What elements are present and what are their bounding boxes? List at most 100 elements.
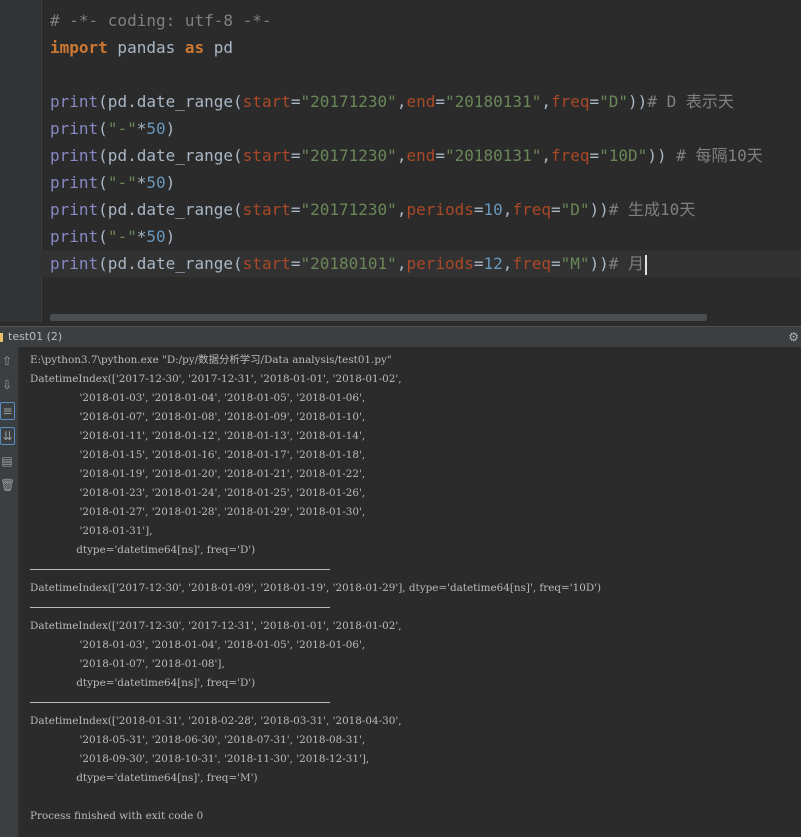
code-comment: # D 表示天 [647,92,734,111]
param-start: start [242,254,291,273]
scroll-to-end-icon[interactable]: ⇊ [0,427,15,445]
number-literal: 12 [483,254,503,273]
code-text: = [473,254,484,273]
run-config-icon [0,333,3,342]
string-literal: "D" [599,92,629,111]
keyword-import: import [50,38,108,57]
code-text: * [136,227,147,246]
code-text: , [541,92,551,111]
code-line-10[interactable]: print(pd.date_range(start="20180101",per… [41,250,801,277]
code-line-6[interactable]: print(pd.date_range(start="20171230",end… [50,142,801,169]
console-line: '2018-01-07', '2018-01-08'], [30,658,225,670]
trash-icon[interactable]: 🗑 [0,477,15,493]
keyword-as: as [184,38,205,57]
editor-gutter[interactable] [0,0,42,322]
console-line: '2018-01-23', '2018-01-24', '2018-01-25'… [30,487,366,499]
param-periods: periods [406,254,474,273]
gear-icon[interactable]: ⚙ [788,327,799,347]
code-line-4[interactable]: print(pd.date_range(start="20171230",end… [50,88,801,115]
arrow-down-icon[interactable]: ⇩ [0,377,14,393]
code-editor[interactable]: # -*- coding: utf-8 -*- import pandas as… [0,0,801,322]
code-text: (pd.date_range( [98,146,243,165]
code-comment: # 月 [608,254,645,273]
param-start: start [242,92,291,111]
string-literal: "-" [107,173,137,192]
console-line: '2018-01-19', '2018-01-20', '2018-01-21'… [30,468,366,480]
console-line: DatetimeIndex(['2018-01-31', '2018-02-28… [30,715,402,727]
code-text: = [435,146,445,165]
console-line: '2018-01-31'], [30,525,153,537]
console-line: '2018-01-11', '2018-01-12', '2018-01-13'… [30,430,366,442]
console-line: DatetimeIndex(['2017-12-30', '2017-12-31… [30,620,402,632]
param-freq: freq [550,146,590,165]
string-literal: "20180101" [300,254,397,273]
code-text: , [396,146,407,165]
code-text: , [502,200,513,219]
code-line-2[interactable]: import pandas as pd [50,34,801,61]
code-text: (pd.date_range( [98,254,243,273]
console-line: dtype='datetime64[ns]', freq='D') [30,677,256,689]
code-text: = [435,92,445,111]
code-line-9[interactable]: print("-"*50) [50,223,801,250]
param-start: start [242,146,291,165]
console-line: DatetimeIndex(['2017-12-30', '2018-01-09… [30,582,602,594]
string-literal: "-" [107,119,137,138]
string-literal: "-" [107,227,137,246]
builtin-print: print [50,173,99,192]
string-literal: "D" [560,200,590,219]
builtin-print: print [50,146,99,165]
console-line: '2018-01-15', '2018-01-16', '2018-01-17'… [30,449,366,461]
code-text: ( [98,119,108,138]
code-line-3[interactable] [50,61,801,88]
editor-horizontal-scrollbar[interactable] [50,314,707,321]
console-line: '2018-01-27', '2018-01-28', '2018-01-29'… [30,506,366,518]
string-literal: "20180131" [445,146,542,165]
console-line: dtype='datetime64[ns]', freq='D') [30,544,256,556]
console-line: '2018-05-31', '2018-06-30', '2018-07-31'… [30,734,366,746]
code-line-5[interactable]: print("-"*50) [50,115,801,142]
code-text: ( [98,173,108,192]
code-comment: # 生成10天 [608,200,696,219]
console-line: dtype='datetime64[ns]', freq='M') [30,772,258,784]
code-area[interactable]: # -*- coding: utf-8 -*- import pandas as… [41,7,801,277]
code-text: )) [628,92,648,111]
param-freq: freq [512,254,551,273]
code-text: pandas [107,38,185,57]
run-panel-header: test01 (2) ⚙ [0,326,801,348]
print-icon[interactable]: ▤ [0,453,14,469]
param-periods: periods [406,200,474,219]
code-comment: # -*- coding: utf-8 -*- [50,11,272,30]
string-literal: "20171230" [300,200,397,219]
run-tab-test01[interactable]: test01 (2) [8,327,62,347]
code-text: = [589,146,600,165]
code-text: (pd.date_range( [98,200,243,219]
code-line-7[interactable]: print("-"*50) [50,169,801,196]
code-line-8[interactable]: print(pd.date_range(start="20171230",per… [50,196,801,223]
console-output[interactable]: E:\python3.7\python.exe "D:/py/数据分析学习/Da… [19,347,801,837]
string-literal: "20171230" [300,92,397,111]
param-freq: freq [550,92,590,111]
param-start: start [242,200,291,219]
code-text: = [550,200,561,219]
number-literal: 50 [146,119,166,138]
code-line-1[interactable]: # -*- coding: utf-8 -*- [50,7,801,34]
console-line: DatetimeIndex(['2017-12-30', '2017-12-31… [30,373,402,385]
builtin-print: print [50,200,99,219]
code-text: * [136,119,147,138]
console-text: E:\python3.7\python.exe "D:/py/数据分析学习/Da… [30,351,601,826]
console-line: '2018-09-30', '2018-10-31', '2018-11-30'… [30,753,370,765]
soft-wrap-icon[interactable]: ≡ [0,402,15,420]
code-text: , [502,254,513,273]
code-text: )) [589,200,609,219]
console-line: Process finished with exit code 0 [30,810,204,822]
number-literal: 50 [146,227,166,246]
code-text: )) [647,146,677,165]
code-text: , [396,200,407,219]
string-literal: "20180131" [445,92,542,111]
arrow-up-icon[interactable]: ⇧ [0,353,14,369]
builtin-print: print [50,119,99,138]
code-text: ) [165,119,176,138]
run-toolbar: ⇧ ⇩ ≡ ⇊ ▤ 🗑 [0,347,19,837]
console-line: E:\python3.7\python.exe "D:/py/数据分析学习/Da… [30,354,392,366]
